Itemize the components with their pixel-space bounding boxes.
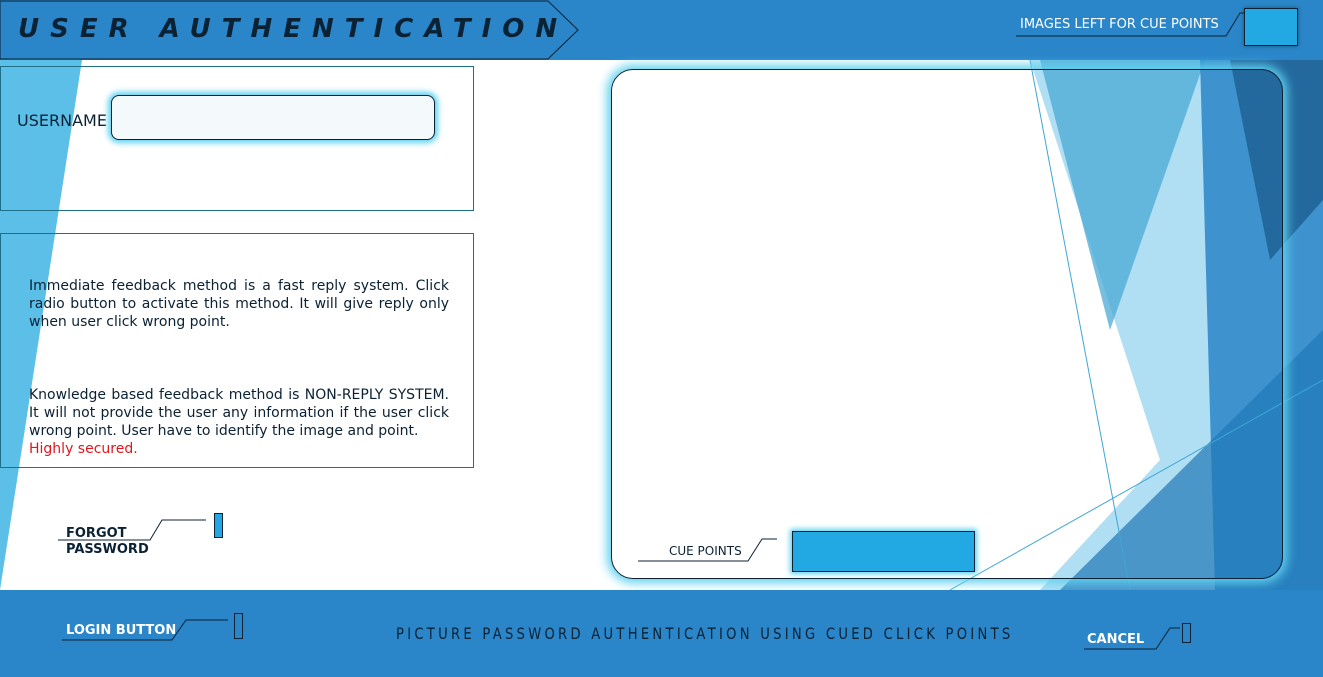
cue-points-field bbox=[792, 531, 975, 572]
username-input[interactable] bbox=[111, 95, 435, 140]
highly-secured-note: Highly secured. bbox=[29, 441, 138, 457]
header-bar: USER AUTHENTICATION IMAGES LEFT FOR CUE … bbox=[0, 0, 1323, 60]
forgot-password-button[interactable] bbox=[214, 513, 223, 538]
knowledge-feedback-body: Knowledge based feedback method is NON-R… bbox=[29, 387, 449, 439]
forgot-label-line1: FORGOT bbox=[66, 526, 127, 541]
forgot-password-label: FORGOT PASSWORD bbox=[66, 526, 166, 558]
footer-caption: PICTURE PASSWORD AUTHENTICATION USING CU… bbox=[396, 624, 1014, 643]
immediate-feedback-text: Immediate feedback method is a fast repl… bbox=[29, 278, 449, 330]
cancel-button[interactable] bbox=[1182, 623, 1191, 643]
page-title: USER AUTHENTICATION bbox=[18, 14, 569, 44]
cue-points-label: CUE POINTS bbox=[669, 544, 742, 558]
login-button[interactable] bbox=[234, 613, 243, 639]
username-label: USERNAME bbox=[17, 111, 107, 130]
login-button-label: LOGIN BUTTON bbox=[66, 623, 177, 638]
images-left-label: IMAGES LEFT FOR CUE POINTS bbox=[1020, 17, 1219, 32]
cancel-button-label: CANCEL bbox=[1087, 632, 1145, 647]
forgot-label-line2: PASSWORD bbox=[66, 542, 149, 557]
images-left-counter bbox=[1244, 8, 1298, 46]
knowledge-feedback-text: Knowledge based feedback method is NON-R… bbox=[29, 386, 449, 458]
cue-image-click-area[interactable] bbox=[620, 78, 1272, 568]
